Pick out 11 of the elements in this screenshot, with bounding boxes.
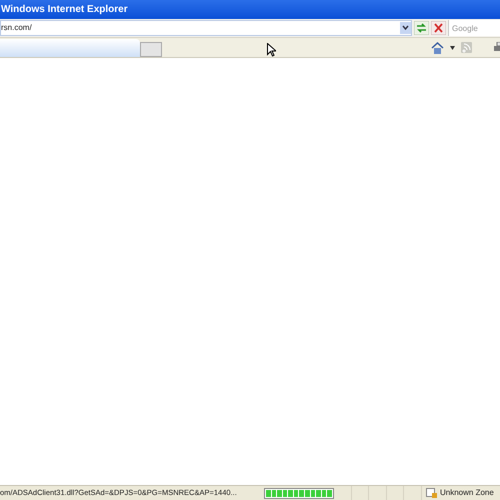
home-icon[interactable] xyxy=(431,42,444,54)
address-field[interactable]: rsn.com/ xyxy=(0,20,412,36)
address-text: rsn.com/ xyxy=(1,22,33,34)
mouse-cursor-icon xyxy=(267,43,276,57)
window-title: Windows Internet Explorer xyxy=(0,3,128,17)
dropdown-icon[interactable] xyxy=(400,22,411,34)
search-field[interactable]: Google xyxy=(448,20,500,36)
stop-icon[interactable] xyxy=(431,21,446,35)
zone-icon xyxy=(426,488,437,498)
caret-icon[interactable] xyxy=(450,46,455,50)
zone-text: Unknown Zone xyxy=(440,487,494,499)
